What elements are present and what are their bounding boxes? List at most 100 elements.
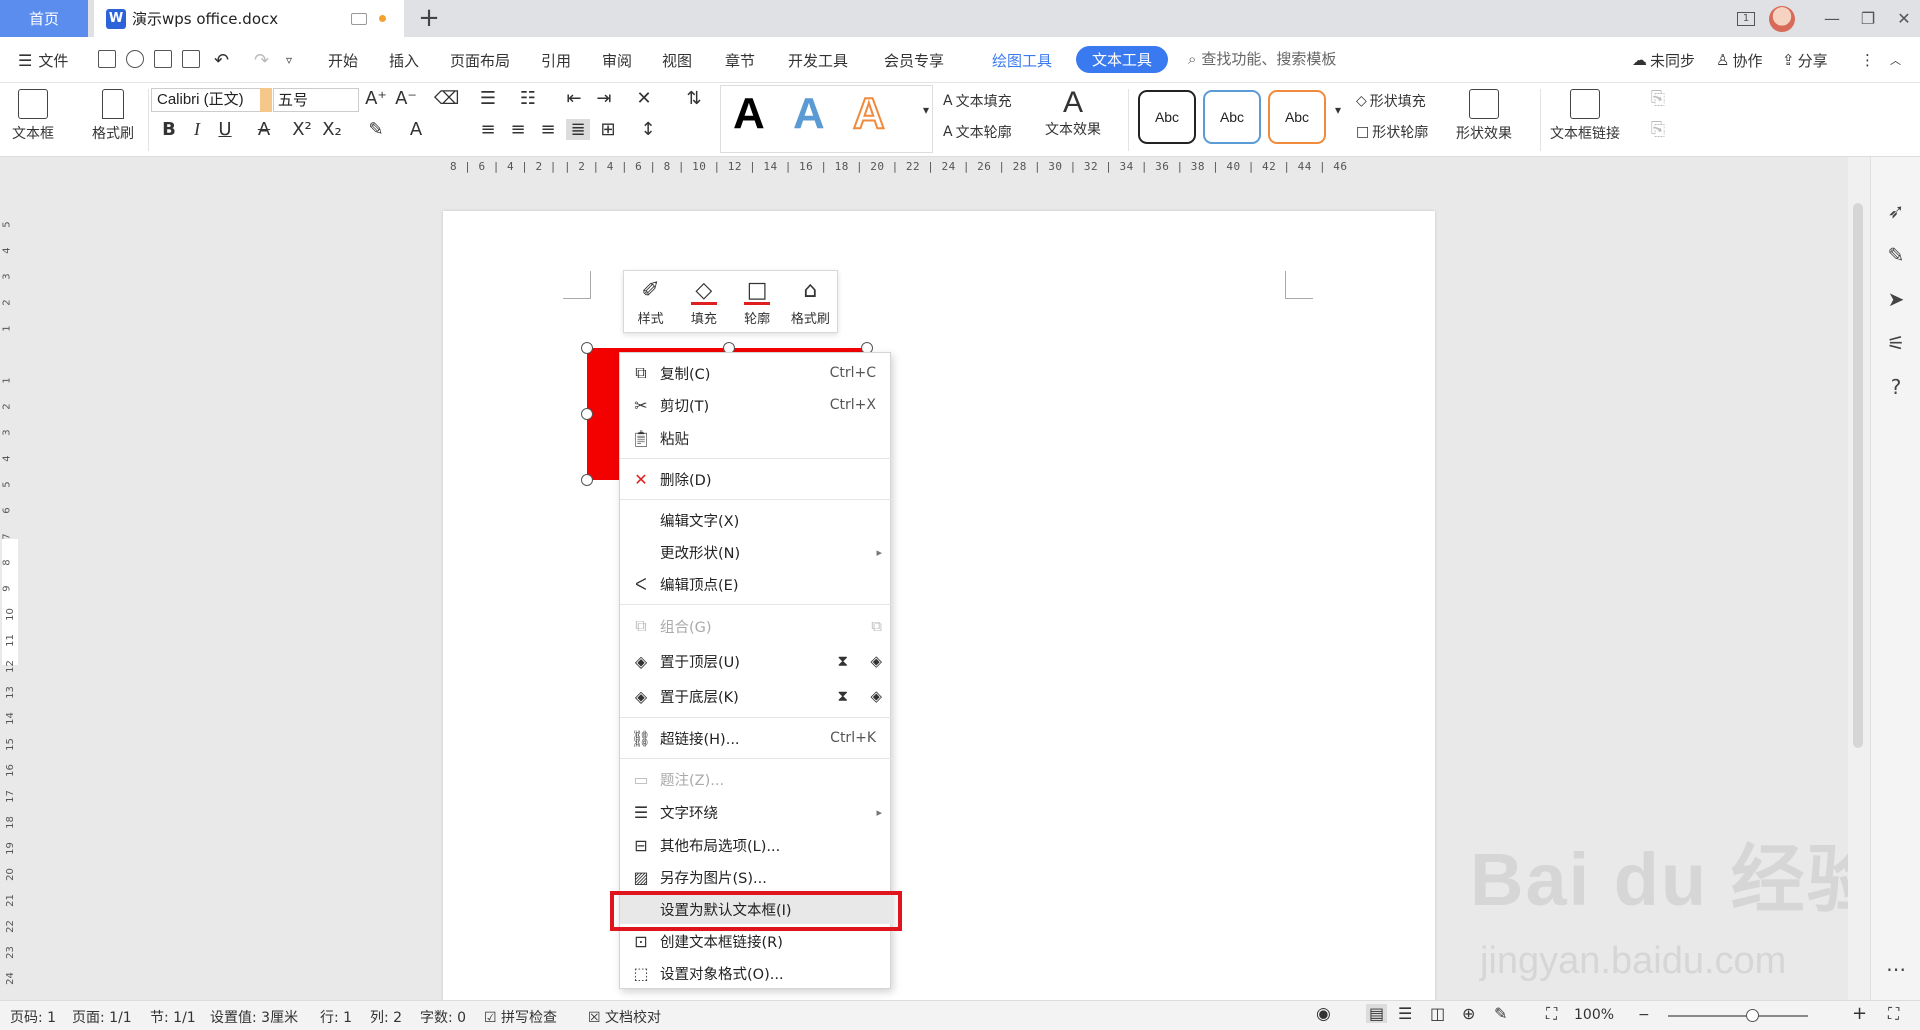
textbox-link-button[interactable]: 文本框链接	[1550, 89, 1620, 143]
chinese-layout-icon[interactable]: ✕	[632, 88, 656, 109]
print-icon[interactable]	[154, 50, 172, 68]
share-button[interactable]: ⇪ 分享	[1782, 48, 1828, 72]
reading-view-icon[interactable]: ◫	[1430, 1004, 1445, 1023]
undo-icon[interactable]: ↶	[214, 48, 229, 72]
mini-style-button[interactable]: ✐ 样式	[624, 271, 677, 332]
format-painter-button[interactable]: 格式刷	[92, 89, 134, 143]
menu-item-group[interactable]: ⧉ 组合(G) ⧉	[620, 611, 892, 641]
menu-tab-text-tools[interactable]: 文本工具	[1076, 46, 1168, 73]
tab-document[interactable]: W 演示wps office.docx	[94, 0, 404, 37]
clear-format-icon[interactable]: ⌫	[434, 88, 459, 109]
menu-item-cut[interactable]: ✂ 剪切(T) Ctrl+X	[620, 390, 892, 420]
shape-outline-button[interactable]: □ 形状轮廓	[1356, 120, 1428, 144]
menu-tab-page-layout[interactable]: 页面布局	[450, 48, 510, 72]
menu-item-layout-options[interactable]: ⊟ 其他布局选项(L)...	[620, 830, 892, 860]
underline-icon[interactable]: U	[213, 119, 237, 140]
distributed-icon[interactable]: ⊞	[596, 119, 620, 140]
font-size-select[interactable]: 五号	[273, 88, 359, 112]
justify-icon[interactable]: ≣	[566, 119, 590, 140]
text-effect-button[interactable]: A 文本效果	[1045, 87, 1101, 139]
send-backward-icon[interactable]: ◈	[870, 687, 882, 705]
mini-format-painter-button[interactable]: ⌂ 格式刷	[784, 271, 837, 332]
align-center-icon[interactable]: ≡	[506, 119, 530, 140]
fit-page-icon[interactable]: ⛶	[1546, 1004, 1557, 1024]
tab-home[interactable]: 首页	[0, 0, 88, 37]
restore-button[interactable]: ❐	[1850, 0, 1886, 37]
more-options-icon[interactable]: ⋮	[1860, 48, 1875, 72]
zoom-slider-knob[interactable]	[1746, 1009, 1759, 1022]
text-fill-button[interactable]: A 文本填充	[943, 89, 1012, 113]
menu-item-bring-to-front[interactable]: ◈ 置于顶层(U) ⧗ ◈	[620, 646, 892, 676]
spell-check-button[interactable]: ☑ 拼写检查	[484, 1007, 557, 1027]
outline-view-icon[interactable]: ☰	[1398, 1004, 1412, 1023]
text-style-blue[interactable]: A	[793, 89, 825, 139]
horizontal-ruler[interactable]: 8 | 6 | 4 | 2 | | 2 | 4 | 6 | 8 | 10 | 1…	[0, 157, 1848, 183]
shape-gallery-more-icon[interactable]: ▾	[1326, 103, 1350, 117]
file-menu[interactable]: ☰ 文件	[18, 48, 68, 72]
collapse-ribbon-icon[interactable]: ︿	[1890, 48, 1901, 72]
shrink-font-icon[interactable]: A⁻	[394, 88, 418, 109]
customize-chevron-icon[interactable]: ▿	[286, 48, 292, 72]
menu-tab-drawing-tools[interactable]: 绘图工具	[992, 48, 1052, 72]
zoom-slider[interactable]	[1668, 1015, 1808, 1017]
menu-item-copy[interactable]: ⧉ 复制(C) Ctrl+C	[620, 358, 892, 388]
subscript-icon[interactable]: X₂	[320, 119, 344, 140]
cursor-icon[interactable]: ➤	[1884, 287, 1908, 311]
text-style-orange-outline[interactable]: A	[852, 88, 886, 139]
superscript-icon[interactable]: X²	[290, 119, 314, 140]
menu-tab-review[interactable]: 审阅	[602, 48, 632, 72]
send-back-text-icon[interactable]: ⧗	[837, 687, 848, 705]
redo-icon[interactable]: ↷	[254, 48, 269, 72]
fullscreen-icon[interactable]: ⛶	[1888, 1004, 1899, 1024]
minimize-button[interactable]: —	[1814, 0, 1850, 37]
menu-item-send-to-back[interactable]: ◈ 置于底层(K) ⧗ ◈	[620, 681, 892, 711]
sort-icon[interactable]: ⇅	[682, 88, 706, 109]
print-preview-icon[interactable]	[182, 50, 200, 68]
previous-textbox-icon[interactable]: ⎘	[1646, 119, 1670, 140]
resize-handle[interactable]	[581, 474, 593, 486]
menu-item-change-shape[interactable]: 更改形状(N) ▸	[620, 537, 892, 567]
grow-font-icon[interactable]: A⁺	[364, 88, 388, 109]
mini-outline-button[interactable]: □ 轮廓	[731, 271, 784, 332]
zoom-in-icon[interactable]: +	[1852, 1003, 1867, 1024]
font-name-select[interactable]: Calibri (正文)	[151, 88, 265, 112]
shape-style-blue[interactable]: Abc	[1203, 90, 1261, 144]
highlight-icon[interactable]: ✎	[364, 119, 388, 140]
menu-tab-section[interactable]: 章节	[725, 48, 755, 72]
menu-item-wrap-text[interactable]: ☰ 文字环绕 ▸	[620, 797, 892, 827]
menu-item-caption[interactable]: ▭ 题注(Z)...	[620, 764, 892, 794]
bring-forward-icon[interactable]: ◈	[870, 652, 882, 670]
export-icon[interactable]	[126, 50, 144, 68]
numbered-list-icon[interactable]: ☷	[516, 88, 540, 109]
scrollbar-thumb[interactable]	[1853, 203, 1863, 748]
line-spacing-icon[interactable]: ↕	[636, 119, 660, 140]
decrease-indent-icon[interactable]: ⇤	[562, 88, 586, 109]
text-outline-button[interactable]: A 文本轮廓	[943, 120, 1012, 144]
page-view-icon[interactable]: ▤	[1366, 1004, 1388, 1023]
mini-fill-button[interactable]: ◇ 填充	[677, 271, 730, 332]
textbox-button[interactable]: 文本框	[12, 89, 54, 143]
menu-item-save-as-picture[interactable]: ▨ 另存为图片(S)...	[620, 862, 892, 892]
doc-proof-button[interactable]: ☒ 文档校对	[588, 1007, 661, 1027]
strikethrough-icon[interactable]: A	[252, 119, 276, 140]
help-icon[interactable]: ?	[1884, 375, 1908, 399]
shape-fill-button[interactable]: ◇ 形状填充	[1356, 89, 1426, 113]
pen-icon[interactable]: ✎	[1884, 243, 1908, 267]
collab-button[interactable]: ♙ 协作	[1716, 48, 1762, 72]
zoom-out-icon[interactable]: −	[1638, 1007, 1650, 1023]
menu-item-format-object[interactable]: ⬚ 设置对象格式(O)...	[620, 958, 892, 988]
screen-icon[interactable]	[351, 12, 367, 25]
align-right-icon[interactable]: ≡	[536, 119, 560, 140]
sync-button[interactable]: ☁ 未同步	[1632, 48, 1695, 72]
shape-effect-button[interactable]: 形状效果	[1456, 89, 1512, 143]
menu-item-paste[interactable]: 📋︎ 粘贴	[620, 423, 892, 453]
bold-icon[interactable]: B	[157, 119, 181, 140]
resize-handle[interactable]	[581, 342, 593, 354]
menu-tab-developer[interactable]: 开发工具	[788, 48, 848, 72]
write-view-icon[interactable]: ✎	[1494, 1004, 1507, 1023]
menu-tab-home[interactable]: 开始	[328, 48, 358, 72]
rocket-icon[interactable]: ➶	[1884, 199, 1908, 223]
save-icon[interactable]	[98, 50, 116, 68]
menu-item-edit-points[interactable]: ᐸ 编辑顶点(E)	[620, 569, 892, 599]
vertical-ruler[interactable]: 5 4 3 2 1 1 2 3 4 5 6 7 8 9 10 11 12 13 …	[0, 183, 20, 985]
